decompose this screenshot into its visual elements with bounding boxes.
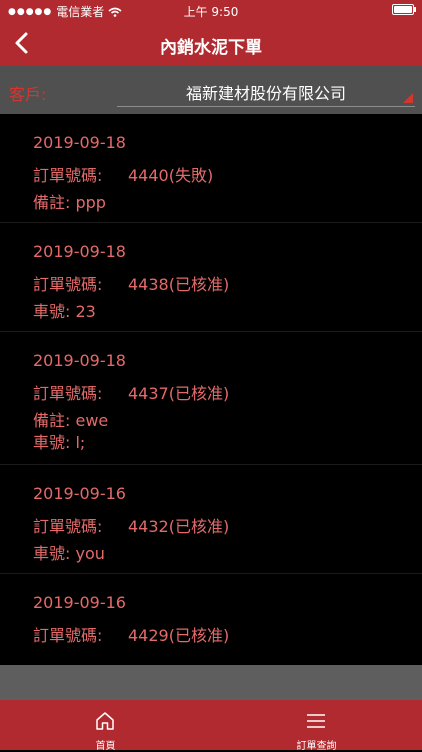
navigation-bar: 內銷水泥下單 [0,20,422,66]
order-list-item[interactable]: 2019-09-18 訂單號碼: 4438(已核准) 車號: 23 [0,223,422,332]
order-note: 車號: 23 [33,302,96,321]
menu-icon [307,714,325,728]
order-number-label: 訂單號碼: [33,166,103,185]
order-number-value: 4440(失敗) [128,166,214,185]
order-number-value: 4429(已核准) [128,626,230,645]
home-icon [96,712,114,730]
order-list-item[interactable]: 2019-09-18 訂單號碼: 4437(已核准) 備註: ewe 車號: l; [0,332,422,465]
order-number-row: 訂單號碼: 4440(失敗) [33,162,213,186]
customer-bar: 客戶: 福新建材股份有限公司 [0,66,422,114]
order-list-item[interactable]: 2019-09-18 訂單號碼: 4440(失敗) 備註: ppp [0,114,422,223]
order-date: 2019-09-18 [33,351,126,370]
customer-label: 客戶: [9,85,47,104]
order-date: 2019-09-18 [33,133,126,152]
order-number-value: 4438(已核准) [128,275,230,294]
order-list: 2019-09-18 訂單號碼: 4440(失敗) 備註: ppp 2019-09… [0,114,422,665]
tab-home[interactable]: 首頁 [0,700,211,752]
tab-order-query[interactable]: 訂單查詢 [211,700,422,752]
order-number-label: 訂單號碼: [33,626,103,645]
status-bar: ●●●●● 電信業者 上午 9:50 [0,0,422,20]
order-number-row: 訂單號碼: 4429(已核准) [33,622,229,646]
status-right [392,4,416,15]
order-list-item[interactable]: 2019-09-16 訂單號碼: 4429(已核准) [0,574,422,664]
order-date: 2019-09-16 [33,484,126,503]
order-list-item[interactable]: 2019-09-16 訂單號碼: 4432(已核准) 車號: you [0,465,422,574]
order-note: 車號: l; [33,433,86,452]
order-number-label: 訂單號碼: [33,275,103,294]
tab-bar: 首頁 訂單查詢 [0,700,422,752]
chevron-left-icon [15,32,28,54]
order-date: 2019-09-16 [33,593,126,612]
order-number-label: 訂單號碼: [33,384,103,403]
status-time: 上午 9:50 [183,5,239,19]
order-number-value: 4432(已核准) [128,517,230,536]
order-note: 車號: you [33,544,105,563]
battery-icon [392,4,416,15]
order-date: 2019-09-18 [33,242,126,261]
order-note: 備註: ppp [33,193,106,212]
order-number-label: 訂單號碼: [33,517,103,536]
customer-select[interactable]: 福新建材股份有限公司 [117,74,415,107]
order-number-row: 訂單號碼: 4432(已核准) [33,513,229,537]
back-button[interactable] [8,28,38,58]
order-number-row: 訂單號碼: 4437(已核准) [33,380,229,404]
page-title: 內銷水泥下單 [160,38,262,58]
order-note: 備註: ewe [33,411,109,430]
order-number-row: 訂單號碼: 4438(已核准) [33,271,229,295]
list-footer-spacer [0,665,422,700]
customer-value: 福新建材股份有限公司 [185,84,346,103]
dropdown-triangle-icon [403,93,413,103]
order-number-value: 4437(已核准) [128,384,230,403]
